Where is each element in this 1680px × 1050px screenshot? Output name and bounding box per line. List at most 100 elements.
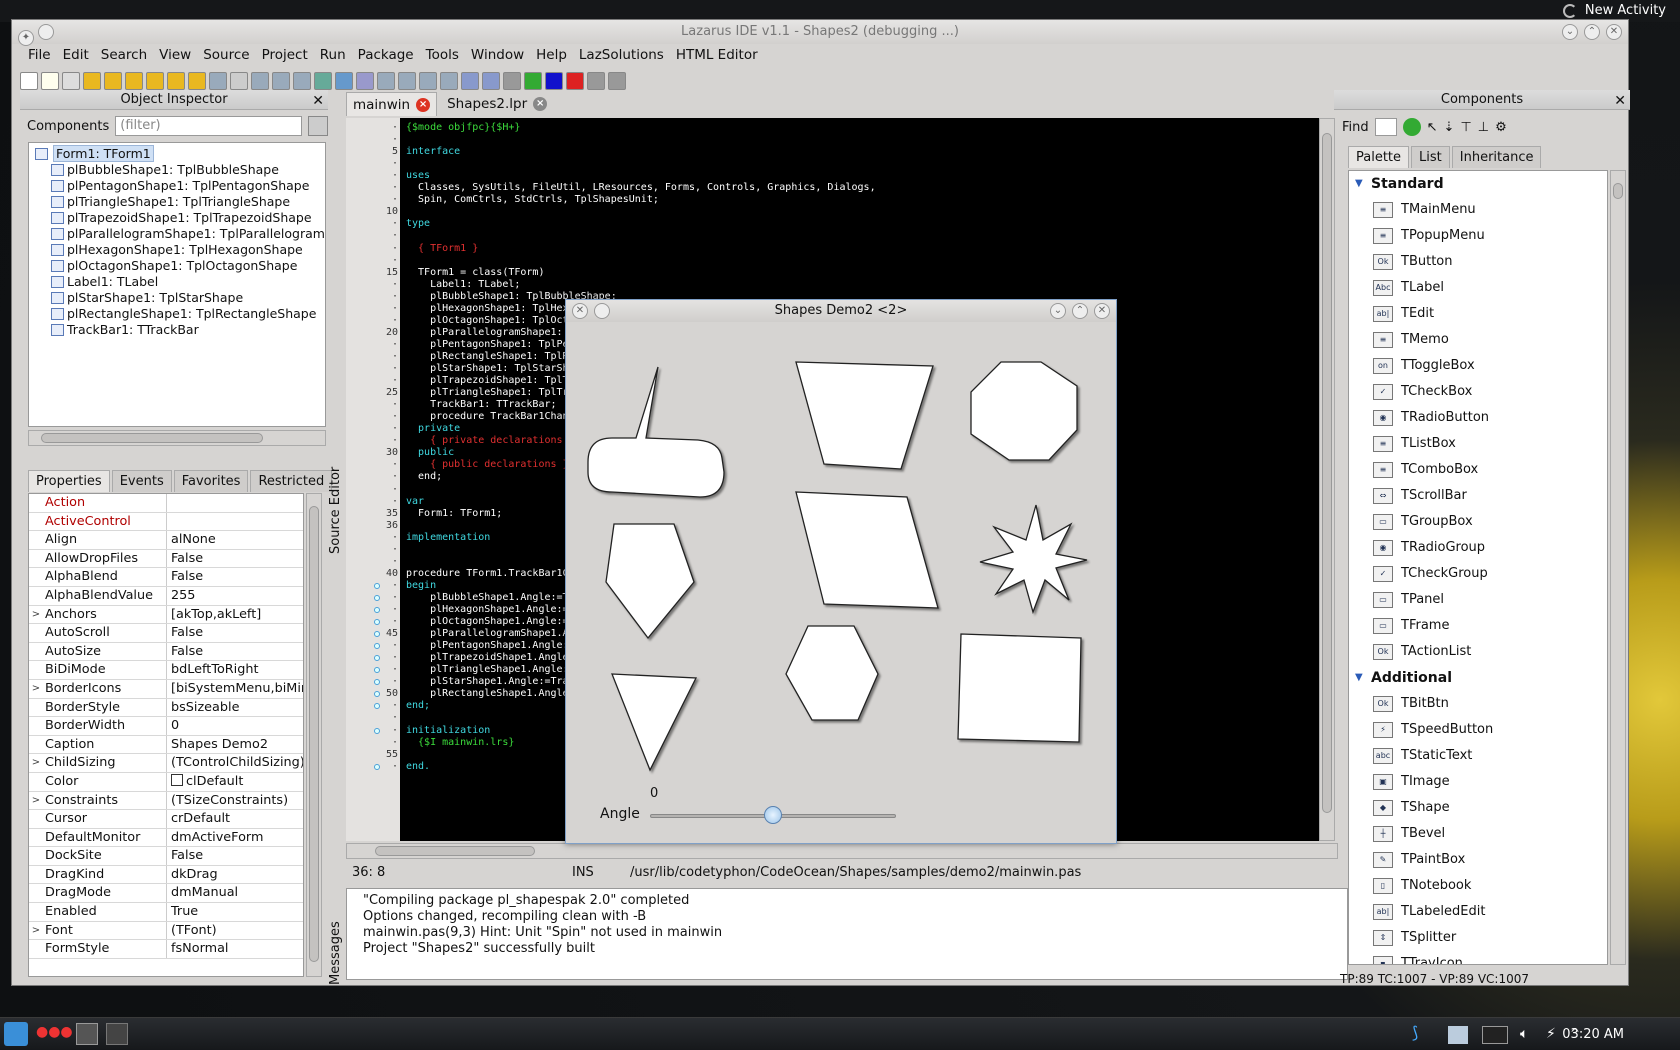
activity-switcher-icon[interactable]: ●●● xyxy=(36,1024,73,1040)
property-row[interactable]: AllowDropFiles False xyxy=(29,549,303,569)
toolbar-icon-15[interactable] xyxy=(314,72,332,90)
property-value[interactable]: 255 xyxy=(167,587,303,605)
expand-icon[interactable] xyxy=(29,699,43,717)
toolbar-icon-3[interactable] xyxy=(62,72,80,90)
tree-item[interactable]: plHexagonShape1: TplHexagonShape xyxy=(29,242,325,258)
close-icon[interactable]: ✕ xyxy=(1614,91,1626,111)
menu-search[interactable]: Search xyxy=(95,47,153,63)
palette-item-tedit[interactable]: ab| TEdit xyxy=(1349,301,1607,327)
property-row[interactable]: DefaultMonitor dmActiveForm xyxy=(29,828,303,848)
tab-restricted[interactable]: Restricted xyxy=(250,470,333,492)
expand-icon[interactable] xyxy=(29,661,43,679)
property-row[interactable]: Align alNone xyxy=(29,531,303,550)
property-row[interactable]: > Anchors [akTop,akLeft] xyxy=(29,605,303,625)
app-icon[interactable]: ✕ xyxy=(572,303,588,319)
expand-icon[interactable] xyxy=(29,866,43,884)
toolbar-icon-14[interactable] xyxy=(293,72,311,90)
parallelogram-shape[interactable] xyxy=(795,491,939,609)
expand-icon[interactable] xyxy=(29,810,43,828)
lazarus-task-icon-2[interactable] xyxy=(106,1023,128,1045)
palette-item-tcombobox[interactable]: ≡ TComboBox xyxy=(1349,457,1607,483)
property-row[interactable]: AutoSize False xyxy=(29,642,303,662)
expand-icon[interactable]: > xyxy=(29,606,43,624)
editor-tab-shapes2-lpr[interactable]: Shapes2.lpr × xyxy=(441,92,553,116)
palette-item-tlabel[interactable]: Abc TLabel xyxy=(1349,275,1607,301)
maximize-button[interactable]: ⌃ xyxy=(1584,24,1600,40)
toolbar-icon-5[interactable] xyxy=(104,72,122,90)
expand-icon[interactable] xyxy=(29,568,43,586)
scroll-thumb[interactable] xyxy=(375,846,535,856)
menu-window[interactable]: Window xyxy=(465,47,530,63)
close-icon[interactable]: × xyxy=(533,97,548,111)
breakpoint-dot-icon[interactable] xyxy=(374,619,380,626)
palette-item-tradiogroup[interactable]: ◉ TRadioGroup xyxy=(1349,535,1607,561)
tree-horizontal-scrollbar[interactable] xyxy=(28,430,326,446)
toolbar-icon-20[interactable] xyxy=(419,72,437,90)
property-row[interactable]: >BorderIcons[biSystemMenu,biMinim xyxy=(29,679,303,699)
expand-icon[interactable] xyxy=(29,940,43,958)
start-menu-icon[interactable] xyxy=(4,1022,28,1046)
close-button[interactable]: ✕ xyxy=(1606,24,1622,40)
editor-horizontal-scrollbar[interactable] xyxy=(346,843,1338,859)
star-shape[interactable] xyxy=(979,504,1088,615)
property-value[interactable] xyxy=(167,513,303,531)
menu-html-editor[interactable]: HTML Editor xyxy=(670,47,764,63)
expand-icon[interactable] xyxy=(29,550,43,568)
tree-root-item[interactable]: Form1: TForm1 xyxy=(29,145,325,162)
expand-icon[interactable] xyxy=(29,736,43,754)
scroll-thumb[interactable] xyxy=(41,433,263,443)
palette-item-ttogglebox[interactable]: on TToggleBox xyxy=(1349,353,1607,379)
expand-icon[interactable] xyxy=(29,587,43,605)
expand-icon[interactable] xyxy=(29,513,43,531)
menu-tools[interactable]: Tools xyxy=(420,47,465,63)
property-value[interactable]: False xyxy=(167,568,303,586)
toolbar-icon-1[interactable] xyxy=(20,72,38,90)
property-value[interactable]: bdLeftToRight xyxy=(167,661,303,679)
property-row[interactable]: Enabled True xyxy=(29,903,303,922)
palette-item-tactionlist[interactable]: Ok TActionList xyxy=(1349,639,1607,665)
menu-package[interactable]: Package xyxy=(352,47,420,63)
toolbar-icon-17[interactable] xyxy=(356,72,374,90)
breakpoint-dot-icon[interactable] xyxy=(374,582,380,589)
category-standard[interactable]: Standard xyxy=(1349,171,1607,197)
find-input[interactable] xyxy=(1374,118,1397,136)
tab-palette[interactable]: Palette xyxy=(1348,146,1410,168)
scroll-thumb[interactable] xyxy=(1613,183,1623,199)
tree-item[interactable]: plPentagonShape1: TplPentagonShape xyxy=(29,178,325,194)
toolbar-icon-23[interactable] xyxy=(482,72,500,90)
minimize-button[interactable]: ⌄ xyxy=(1050,303,1066,319)
property-value[interactable]: clDefault xyxy=(167,773,303,791)
cursor-select-icon[interactable]: ↖ xyxy=(1427,120,1438,135)
toolbar-icon-9[interactable] xyxy=(188,72,206,90)
expand-icon[interactable]: > xyxy=(29,680,43,698)
palette-item-timage[interactable]: ▣ TImage xyxy=(1349,769,1607,795)
palette-item-tgroupbox[interactable]: ▭ TGroupBox xyxy=(1349,509,1607,535)
property-row[interactable]: Caption Shapes Demo2 xyxy=(29,735,303,755)
menu-lazsolutions[interactable]: LazSolutions xyxy=(573,47,670,63)
tree-icon[interactable]: ⊤ xyxy=(1460,120,1471,135)
palette-item-tmemo[interactable]: ≡ TMemo xyxy=(1349,327,1607,353)
toolbar-icon-27[interactable] xyxy=(566,72,584,90)
minimize-button[interactable]: ⌄ xyxy=(1562,24,1578,40)
property-row[interactable]: BorderStyle bsSizeable xyxy=(29,698,303,718)
expand-icon[interactable] xyxy=(29,643,43,661)
expand-icon[interactable]: > xyxy=(29,792,43,810)
property-value[interactable]: False xyxy=(167,550,303,568)
options-icon[interactable]: ⚙ xyxy=(1495,120,1507,135)
expand-icon[interactable] xyxy=(29,847,43,865)
menu-source[interactable]: Source xyxy=(197,47,255,63)
menu-run[interactable]: Run xyxy=(314,47,352,63)
palette-item-tpanel[interactable]: ▭ TPanel xyxy=(1349,587,1607,613)
toolbar-icon-19[interactable] xyxy=(398,72,416,90)
property-value[interactable]: bsSizeable xyxy=(167,699,303,717)
lazarus-task-icon[interactable] xyxy=(76,1023,98,1045)
property-value[interactable]: False xyxy=(167,643,303,661)
toolbar-icon-12[interactable] xyxy=(251,72,269,90)
close-icon[interactable]: ✕ xyxy=(312,91,324,111)
rectangle-shape[interactable] xyxy=(957,633,1082,743)
property-value[interactable]: [akTop,akLeft] xyxy=(167,606,303,624)
toolbar-icon-29[interactable] xyxy=(608,72,626,90)
message-line[interactable]: mainwin.pas(9,3) Hint: Unit "Spin" not u… xyxy=(363,925,1347,941)
scroll-thumb[interactable] xyxy=(309,506,319,962)
toolbar-icon-26[interactable] xyxy=(545,72,563,90)
